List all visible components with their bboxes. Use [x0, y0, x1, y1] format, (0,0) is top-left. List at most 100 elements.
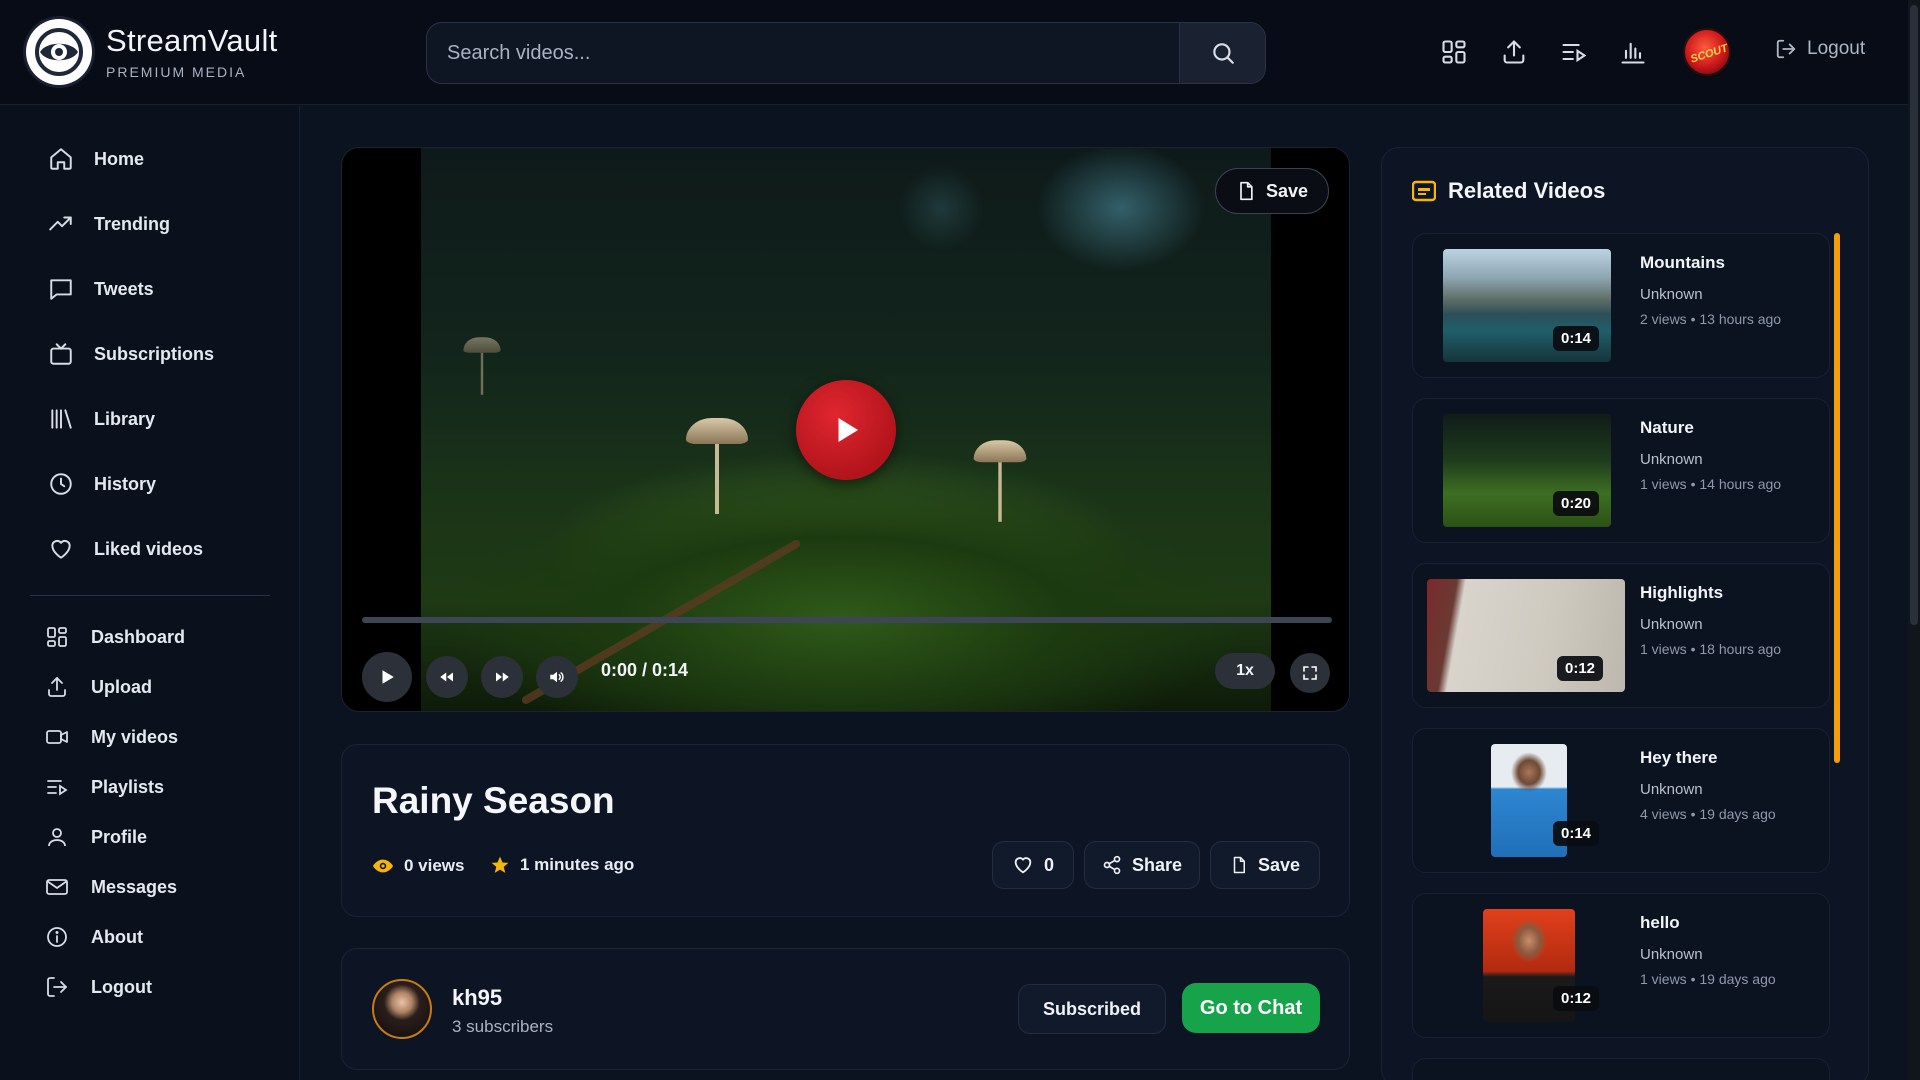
fast-forward-icon [496, 672, 509, 682]
duration-badge: 0:14 [1553, 821, 1600, 846]
time-display: 0:00 / 0:14 [601, 660, 689, 680]
playlists-button[interactable] [1560, 38, 1590, 68]
view-count-label: 0 views [404, 856, 465, 875]
save-button[interactable]: Save [1210, 841, 1320, 889]
share-button[interactable]: Share [1084, 841, 1200, 889]
playback-speed-button[interactable]: 1x [1215, 653, 1275, 689]
sidebar-item-label: Playlists [91, 776, 165, 797]
search-button[interactable] [1179, 23, 1265, 83]
related-video-item[interactable]: 0:14 Hey there Unknown 4 views • 19 days… [1412, 728, 1830, 873]
player-save-button[interactable]: Save [1215, 168, 1329, 214]
related-video-item[interactable]: 0:12 Highlights Unknown 1 views • 18 hou… [1412, 563, 1830, 708]
volume-icon [550, 671, 564, 683]
channel-name[interactable]: kh95 [452, 985, 502, 1011]
dashboard-icon [1442, 40, 1466, 64]
related-video-item[interactable]: 0:20 Nature Unknown 1 views • 14 hours a… [1412, 398, 1830, 543]
upload-icon [1503, 40, 1525, 64]
sidebar-item-playlists[interactable]: Playlists [45, 775, 164, 799]
home-icon [50, 148, 72, 170]
related-video-channel: Unknown [1640, 286, 1703, 303]
sidebar-item-label: My videos [91, 726, 179, 747]
sidebar-item-home[interactable]: Home [48, 146, 144, 172]
play-icon [838, 418, 858, 442]
sidebar-item-label: Upload [91, 676, 152, 697]
library-icon [51, 409, 72, 429]
sidebar-item-subscriptions[interactable]: Subscriptions [48, 341, 214, 367]
player-save-label: Save [1265, 180, 1309, 201]
sidebar-item-history[interactable]: History [48, 471, 156, 497]
sidebar-divider [30, 595, 270, 596]
related-video-title: Nature [1640, 418, 1694, 437]
heart-icon [1014, 857, 1032, 874]
sidebar-item-upload[interactable]: Upload [45, 675, 152, 699]
sidebar-item-messages[interactable]: Messages [45, 875, 177, 899]
fullscreen-button[interactable] [1290, 653, 1330, 693]
video-list-icon [1412, 180, 1436, 202]
file-icon [1240, 181, 1253, 201]
related-video-channel: Unknown [1640, 616, 1703, 633]
sidebar-item-profile[interactable]: Profile [45, 825, 147, 849]
related-video-item[interactable]: 0:14 Mountains Unknown 2 views • 13 hour… [1412, 233, 1830, 378]
share-icon [1103, 855, 1121, 875]
sidebar-item-library[interactable]: Library [48, 406, 155, 432]
subscribed-button[interactable]: Subscribed [1018, 984, 1166, 1034]
go-to-chat-button[interactable]: Go to Chat [1182, 983, 1320, 1033]
eye-icon [372, 859, 394, 873]
related-video-meta: 1 views • 19 days ago [1640, 971, 1776, 987]
user-avatar[interactable]: SCOUT [1683, 28, 1731, 76]
video-player[interactable]: Save 0:00 / 0:14 1x [341, 147, 1350, 712]
view-count: 0 views [372, 855, 465, 877]
related-scrollbar[interactable] [1834, 233, 1840, 763]
sidebar-item-label: Tweets [94, 278, 154, 299]
sidebar-item-label: Subscriptions [94, 343, 215, 364]
save-label: Save [1257, 854, 1301, 875]
sidebar-item-label: Messages [91, 876, 178, 897]
search-input[interactable] [427, 23, 1179, 83]
sidebar-item-my-videos[interactable]: My videos [45, 725, 178, 749]
related-video-meta: 2 views • 13 hours ago [1640, 311, 1782, 327]
star-icon [491, 856, 509, 873]
rewind-button[interactable] [426, 656, 468, 698]
related-video-title: Mountains [1640, 253, 1725, 272]
big-play-button[interactable] [796, 380, 896, 480]
dashboard-button[interactable] [1440, 38, 1470, 68]
analytics-button[interactable] [1619, 38, 1649, 68]
play-button[interactable] [362, 652, 412, 702]
channel-avatar[interactable] [372, 979, 432, 1039]
rewind-icon [440, 672, 453, 682]
related-video-title: hello [1640, 913, 1680, 932]
brand-logo-icon [26, 19, 92, 85]
sidebar-item-label: History [94, 473, 157, 494]
upload-time-label: 1 minutes ago [520, 855, 635, 874]
play-icon [382, 670, 394, 684]
sidebar-item-label: Trending [94, 213, 170, 234]
playlist-icon [47, 780, 68, 796]
fullscreen-icon [1303, 666, 1317, 680]
dashboard-icon [47, 627, 67, 647]
like-count: 0 [1043, 854, 1054, 875]
search-bar [426, 22, 1266, 84]
sidebar-item-trending[interactable]: Trending [48, 211, 170, 237]
bar-chart-icon [1621, 42, 1645, 64]
related-video-item[interactable] [1412, 1058, 1830, 1080]
sidebar-item-logout[interactable]: Logout [45, 975, 152, 999]
brand-name: StreamVault [106, 22, 278, 58]
sidebar-item-liked-videos[interactable]: Liked videos [48, 536, 203, 562]
sidebar: Home Trending Tweets Subscriptions Libra… [0, 106, 300, 1080]
top-header: StreamVault PREMIUM MEDIA SCOUT Logout [0, 0, 1920, 105]
video-info-card: Rainy Season 0 views 1 minutes ago 0 Sha… [341, 744, 1350, 917]
header-logout-button[interactable]: Logout [1775, 38, 1865, 60]
progress-bar[interactable] [362, 617, 1332, 623]
sidebar-item-tweets[interactable]: Tweets [48, 276, 154, 302]
upload-button[interactable] [1500, 38, 1530, 68]
fast-forward-button[interactable] [481, 656, 523, 698]
volume-button[interactable] [536, 656, 578, 698]
sidebar-item-about[interactable]: About [45, 925, 143, 949]
page-scrollbar[interactable] [1908, 0, 1920, 1080]
duration-badge: 0:12 [1553, 986, 1600, 1011]
brand[interactable]: StreamVault PREMIUM MEDIA [26, 19, 278, 85]
sidebar-item-dashboard[interactable]: Dashboard [45, 625, 185, 649]
sidebar-item-label: Library [94, 408, 156, 429]
like-button[interactable]: 0 [992, 841, 1074, 889]
related-video-item[interactable]: 0:12 hello Unknown 1 views • 19 days ago [1412, 893, 1830, 1038]
